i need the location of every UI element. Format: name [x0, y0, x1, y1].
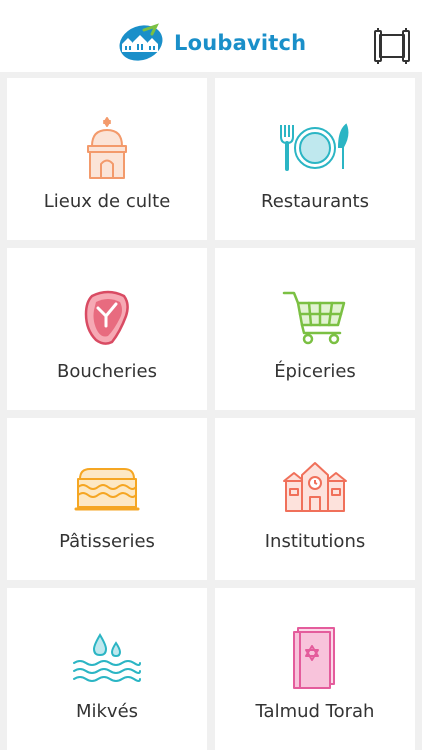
- tile-label: Épiceries: [274, 361, 356, 382]
- torah-book-icon: [275, 626, 355, 690]
- water-waves-icon: [67, 626, 147, 690]
- tile-lieux-de-culte[interactable]: Lieux de culte: [7, 78, 207, 240]
- tile-institutions[interactable]: Institutions: [215, 418, 415, 580]
- scroll-menu-icon[interactable]: [372, 27, 412, 65]
- tile-mikves[interactable]: Mikvés: [7, 588, 207, 750]
- school-building-icon: [275, 456, 355, 520]
- plate-cutlery-icon: [275, 116, 355, 180]
- brand[interactable]: Loubavitch: [118, 22, 306, 64]
- tile-epiceries[interactable]: Épiceries: [215, 248, 415, 410]
- tile-talmud-torah[interactable]: Talmud Torah: [215, 588, 415, 750]
- synagogue-icon: [67, 116, 147, 180]
- tile-label: Boucheries: [56, 361, 157, 382]
- tile-label: Lieux de culte: [43, 191, 171, 212]
- shopping-cart-icon: [275, 286, 355, 350]
- tile-patisseries[interactable]: Pâtisseries: [7, 418, 207, 580]
- steak-icon: [67, 286, 147, 350]
- app-header: Loubavitch: [0, 0, 422, 72]
- tile-label: Mikvés: [75, 701, 139, 722]
- tile-boucheries[interactable]: Boucheries: [7, 248, 207, 410]
- tile-label: Pâtisseries: [59, 531, 155, 552]
- logo-houses-icon: [119, 23, 163, 61]
- app-title: Loubavitch: [174, 31, 307, 55]
- tile-label: Talmud Torah: [255, 701, 375, 722]
- cake-icon: [67, 456, 147, 520]
- tile-label: Restaurants: [261, 191, 369, 212]
- tile-label: Institutions: [264, 531, 366, 552]
- tile-restaurants[interactable]: Restaurants: [215, 78, 415, 240]
